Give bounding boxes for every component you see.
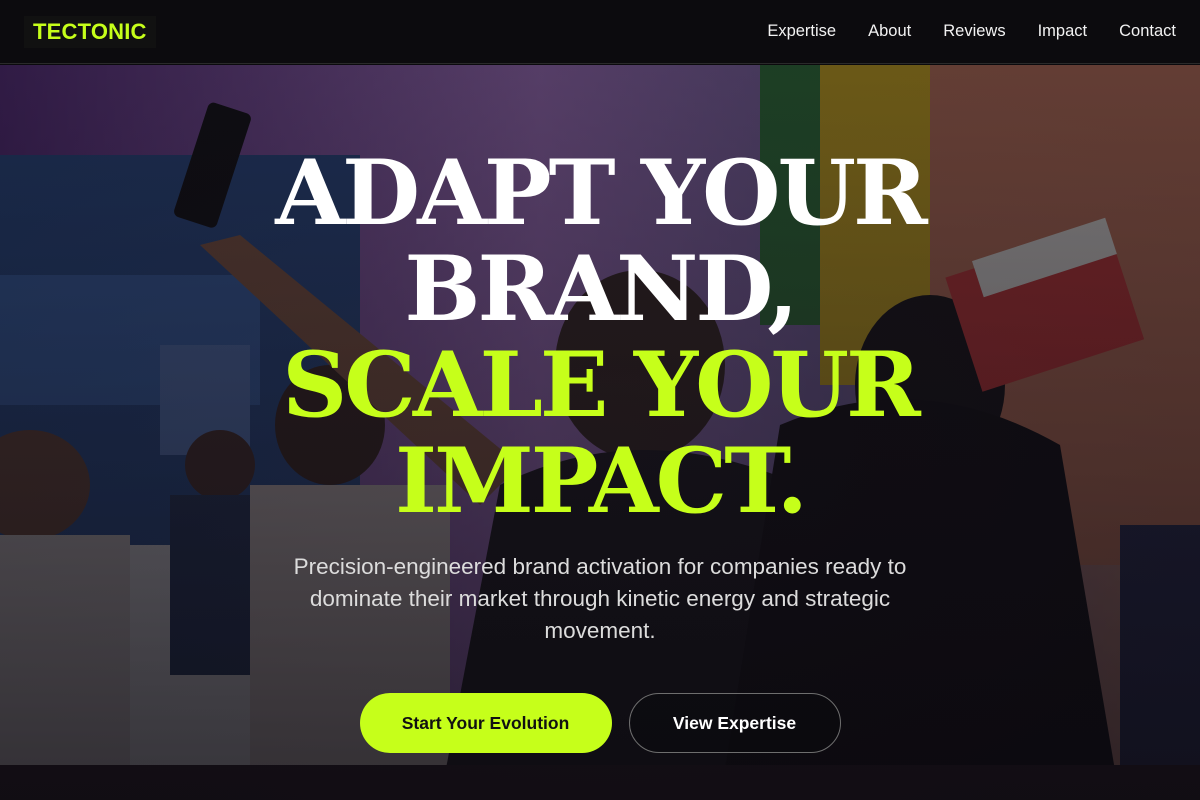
- nav-links: Expertise About Reviews Impact Contact: [735, 22, 1176, 41]
- hero-subtitle: Precision-engineered brand activation fo…: [293, 554, 907, 643]
- view-expertise-button[interactable]: View Expertise: [628, 693, 841, 753]
- nav-link-reviews[interactable]: Reviews: [943, 22, 1005, 41]
- hero-content: ADAPT YOUR BRAND, SCALE YOUR IMPACT. Pre…: [0, 65, 1200, 800]
- headline-line-3: SCALE YOUR: [282, 332, 921, 438]
- headline-line-4: IMPACT.: [394, 428, 808, 534]
- top-navigation: TECTONIC Expertise About Reviews Impact …: [0, 0, 1200, 64]
- headline-line-1: ADAPT YOUR: [275, 140, 928, 246]
- hero-cta-group: Start Your Evolution View Expertise: [0, 693, 1200, 753]
- nav-link-contact[interactable]: Contact: [1119, 22, 1176, 41]
- start-your-evolution-button[interactable]: Start Your Evolution: [359, 693, 612, 753]
- hero-headline: ADAPT YOUR BRAND, SCALE YOUR IMPACT.: [0, 145, 1200, 529]
- nav-link-impact[interactable]: Impact: [1038, 22, 1088, 41]
- logo[interactable]: TECTONIC: [24, 15, 156, 48]
- nav-link-about[interactable]: About: [868, 22, 911, 41]
- nav-link-expertise[interactable]: Expertise: [767, 22, 836, 41]
- headline-line-2: BRAND,: [404, 236, 798, 342]
